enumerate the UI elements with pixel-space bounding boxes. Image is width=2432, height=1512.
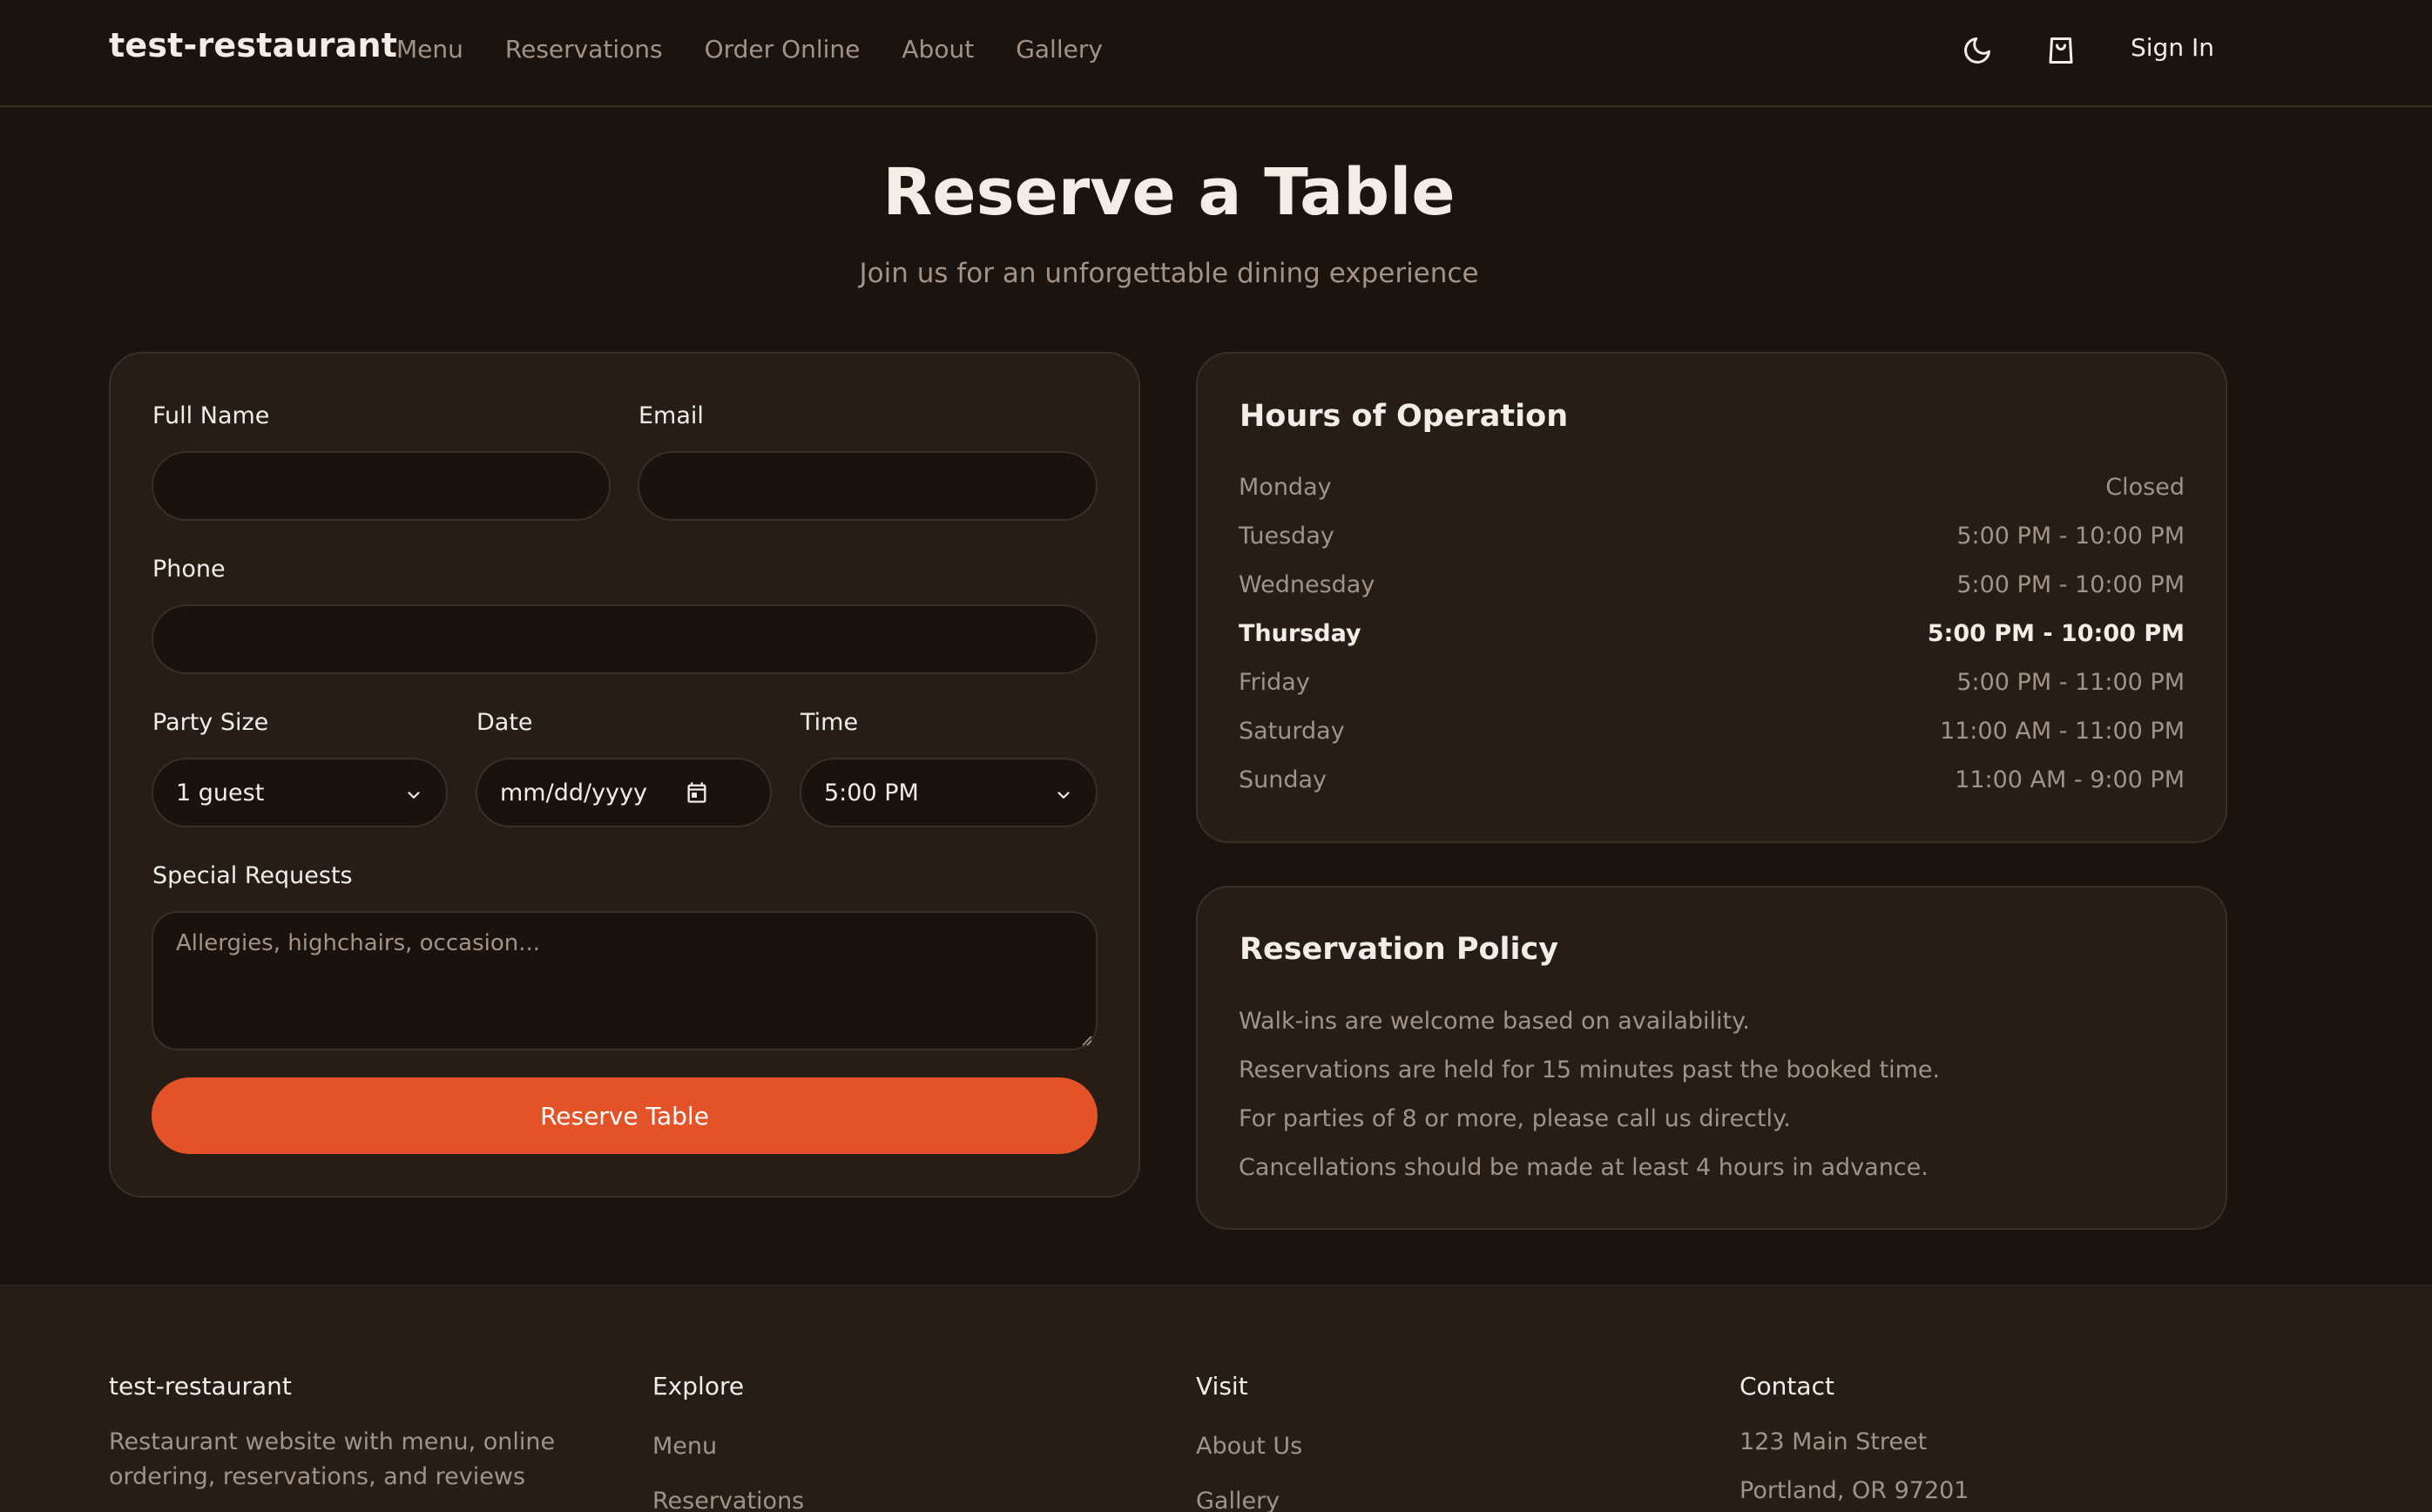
full-name-label: Full Name [152, 402, 270, 429]
main-nav: Menu Reservations Order Online About Gal… [396, 35, 1103, 64]
hours-day: Sunday [1239, 766, 1327, 793]
policy-line: For parties of 8 or more, please call us… [1239, 1105, 1791, 1132]
hours-day: Tuesday [1239, 523, 1334, 550]
date-value: mm/dd/yyyy [500, 779, 647, 807]
phone-label: Phone [152, 556, 226, 583]
hours-row: Friday 5:00 PM - 11:00 PM [1239, 669, 2185, 704]
chevron-down-icon [404, 784, 423, 811]
date-label: Date [476, 709, 533, 736]
hours-row: Monday Closed [1239, 474, 2185, 509]
footer-contact-title: Contact [1740, 1372, 1834, 1401]
footer-description: Restaurant website with menu, online [109, 1428, 556, 1455]
hours-time: 5:00 PM - 10:00 PM [1927, 620, 2185, 647]
nav-menu[interactable]: Menu [396, 35, 463, 64]
nav-gallery[interactable]: Gallery [1016, 35, 1103, 64]
footer-explore-title: Explore [652, 1372, 745, 1401]
policy-line: Cancellations should be made at least 4 … [1239, 1154, 1929, 1181]
email-input[interactable] [638, 451, 1098, 521]
reserve-table-button[interactable]: Reserve Table [152, 1077, 1098, 1154]
time-value: 5:00 PM [824, 779, 919, 807]
page-subtitle: Join us for an unforgettable dining expe… [859, 258, 1479, 289]
page-title: Reserve a Table [882, 155, 1456, 230]
site-header: test-restaurant Menu Reservations Order … [0, 0, 2432, 107]
footer-brand: test-restaurant [109, 1372, 292, 1401]
hours-day: Thursday [1239, 620, 1361, 647]
chevron-down-icon [1054, 784, 1073, 811]
full-name-input[interactable] [152, 451, 611, 521]
date-input[interactable]: mm/dd/yyyy [476, 758, 772, 827]
time-select[interactable]: 5:00 PM [800, 758, 1098, 827]
footer-link-about-us[interactable]: About Us [1196, 1433, 1302, 1460]
moon-icon[interactable] [1960, 33, 1995, 68]
policy-title: Reservation Policy [1240, 932, 1559, 967]
hours-time: 5:00 PM - 11:00 PM [1956, 669, 2185, 696]
special-requests-textarea[interactable] [152, 911, 1098, 1050]
time-label: Time [801, 709, 859, 736]
nav-reservations[interactable]: Reservations [505, 35, 663, 64]
special-requests-label: Special Requests [152, 862, 353, 889]
hours-time: 5:00 PM - 10:00 PM [1956, 571, 2185, 598]
sign-in-link[interactable]: Sign In [2131, 33, 2214, 62]
hours-time: 5:00 PM - 10:00 PM [1956, 523, 2185, 550]
hours-day: Monday [1239, 474, 1332, 501]
hours-day: Saturday [1239, 718, 1345, 745]
footer-link-gallery[interactable]: Gallery [1196, 1488, 1280, 1512]
shopping-bag-icon[interactable] [2044, 33, 2078, 68]
nav-order-online[interactable]: Order Online [705, 35, 861, 64]
party-size-label: Party Size [152, 709, 269, 736]
hours-time: 11:00 AM - 9:00 PM [1955, 766, 2185, 793]
party-size-value: 1 guest [176, 779, 265, 807]
brand-logo[interactable]: test-restaurant [109, 26, 397, 64]
hours-row: Wednesday 5:00 PM - 10:00 PM [1239, 571, 2185, 606]
hours-row: Thursday 5:00 PM - 10:00 PM [1239, 620, 2185, 655]
hours-row: Saturday 11:00 AM - 11:00 PM [1239, 718, 2185, 753]
hours-day: Wednesday [1239, 571, 1375, 598]
footer-address-city: Portland, OR 97201 [1740, 1477, 1969, 1504]
email-label: Email [638, 402, 704, 429]
hours-row: Sunday 11:00 AM - 9:00 PM [1239, 766, 2185, 801]
hours-day: Friday [1239, 669, 1310, 696]
hours-time: Closed [2105, 474, 2185, 501]
hours-title: Hours of Operation [1240, 399, 1569, 434]
footer-link-menu[interactable]: Menu [652, 1433, 717, 1460]
hours-time: 11:00 AM - 11:00 PM [1939, 718, 2185, 745]
resize-handle-icon[interactable] [1080, 1033, 1092, 1050]
footer-link-reservations[interactable]: Reservations [652, 1488, 804, 1512]
policy-line: Reservations are held for 15 minutes pas… [1239, 1056, 1941, 1083]
footer-visit-title: Visit [1196, 1372, 1248, 1401]
footer-address-street: 123 Main Street [1740, 1428, 1928, 1455]
footer-description: ordering, reservations, and reviews [109, 1463, 526, 1490]
phone-input[interactable] [152, 604, 1098, 674]
hours-row: Tuesday 5:00 PM - 10:00 PM [1239, 523, 2185, 557]
party-size-select[interactable]: 1 guest [152, 758, 448, 827]
calendar-icon[interactable] [685, 780, 709, 811]
nav-about[interactable]: About [902, 35, 974, 64]
policy-line: Walk-ins are welcome based on availabili… [1239, 1008, 1750, 1035]
